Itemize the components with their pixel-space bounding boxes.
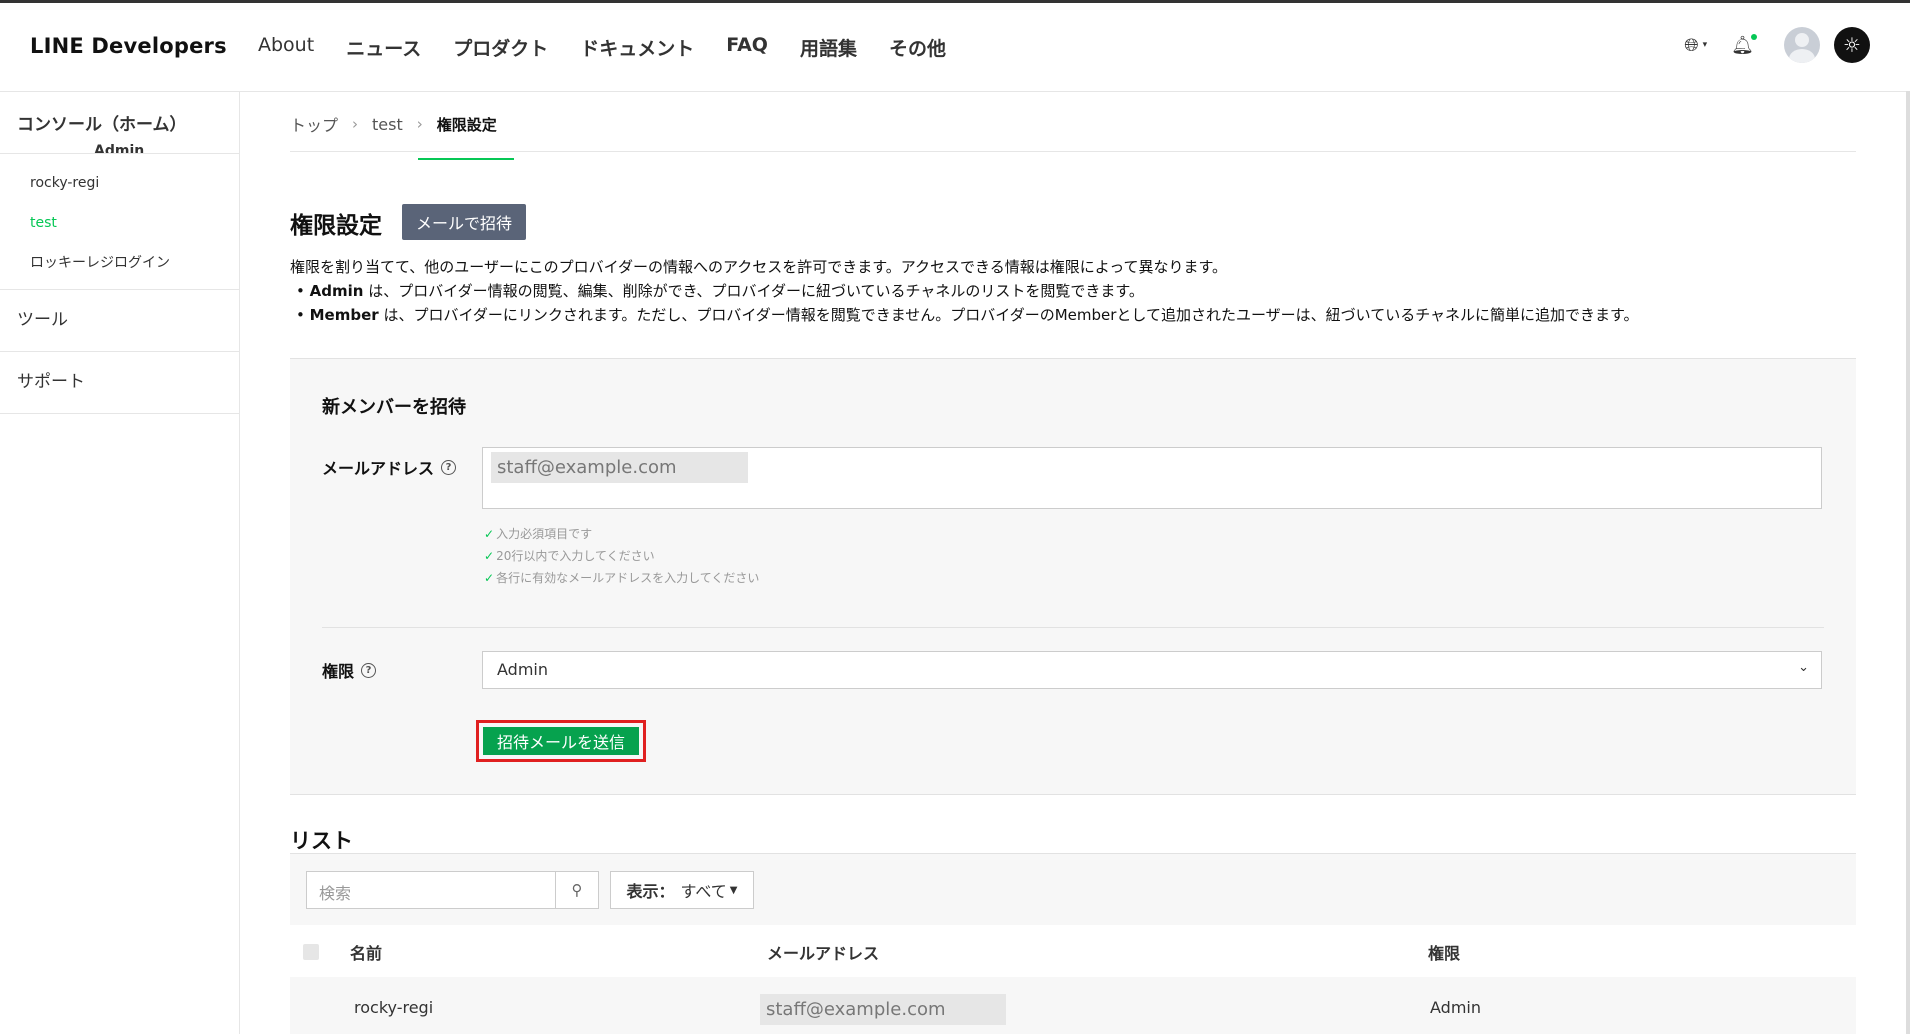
filter-value: すべて (680, 882, 727, 901)
page-title: 権限設定 (290, 213, 382, 239)
description-intro: 権限を割り当てて、他のユーザーにこのプロバイダーの情報へのアクセスを許可できます… (290, 258, 1228, 276)
validation-hint: ✓ 入力必須項目です (484, 523, 759, 545)
select-all-checkbox[interactable] (303, 944, 319, 960)
validation-hint-text: 20行以内で入力してください (496, 549, 655, 563)
logo[interactable]: LINE Developers (30, 34, 227, 58)
invite-panel: 新メンバーを招待 メールアドレス ? staff@example.com ✓ 入力… (290, 358, 1856, 795)
column-role[interactable]: 権限 (1428, 940, 1460, 964)
chevron-down-icon[interactable]: ▾ (1703, 40, 1708, 50)
description-member: • Member は、プロバイダーにリンクされます。ただし、プロバイダー情報を閲… (296, 306, 1639, 324)
table-header: 名前 メールアドレス 権限 (290, 925, 1856, 978)
sidebar-header[interactable]: コンソール（ホーム） Admin (0, 92, 239, 154)
breadcrumb-provider[interactable]: test (372, 115, 403, 134)
send-button-highlight: 招待メールを送信 (476, 720, 646, 762)
sidebar-provider-list: rocky-regi test ロッキーレジログイン (0, 154, 239, 290)
check-icon: ✓ (484, 527, 495, 541)
role-label: 権限 ? (322, 658, 377, 682)
breadcrumb: トップ › test › 権限設定 (290, 112, 497, 136)
sidebar-clipped-label: Admin (94, 143, 145, 154)
row-email: staff@example.com (760, 994, 1006, 1025)
search-input[interactable]: 検索 (306, 871, 556, 909)
role-select[interactable]: Admin ⌄ (482, 651, 1822, 689)
page-description: 権限を割り当てて、他のユーザーにこのプロバイダーの情報へのアクセスを許可できます… (290, 255, 1639, 327)
help-icon[interactable]: ? (361, 662, 377, 678)
sun-icon[interactable]: ☼ (1834, 27, 1870, 63)
description-admin: • Admin は、プロバイダー情報の閲覧、編集、削除ができ、プロバイダーに紐づ… (296, 282, 1144, 300)
nav-about[interactable]: About (258, 34, 314, 61)
email-label-text: メールアドレス (322, 459, 435, 478)
header: LINE Developers About ニュース プロダクト ドキュメント … (0, 3, 1906, 92)
validation-hint-text: 各行に有効なメールアドレスを入力してください (496, 571, 760, 585)
sidebar-item-rocky-regi-login[interactable]: ロッキーレジログイン (0, 243, 239, 283)
breadcrumb-top[interactable]: トップ (290, 112, 338, 136)
avatar[interactable] (1784, 27, 1820, 63)
globe-icon[interactable]: 🌐︎ (1684, 35, 1698, 56)
filter-dropdown[interactable]: 表示： すべて ▼ (610, 871, 754, 909)
table-row[interactable]: rocky-regi staff@example.com Admin (290, 977, 1856, 1034)
nav-products[interactable]: プロダクト (453, 34, 548, 61)
nav-more[interactable]: その他 (889, 34, 946, 61)
column-name[interactable]: 名前 (350, 940, 382, 964)
admin-term: Admin (309, 282, 364, 300)
row-name: rocky-regi (354, 998, 434, 1017)
scrollbar[interactable] (1906, 91, 1910, 1034)
check-icon: ✓ (484, 549, 495, 563)
member-text: は、プロバイダーにリンクされます。ただし、プロバイダー情報を閲覧できません。プロ… (378, 306, 1639, 324)
search-icon[interactable]: ⚲ (556, 871, 599, 909)
role-select-value: Admin (497, 660, 548, 679)
bell-icon[interactable]: 🔔︎ (1731, 33, 1757, 56)
caret-down-icon: ▼ (729, 884, 738, 896)
nav-glossary[interactable]: 用語集 (800, 34, 857, 61)
chevron-right-icon: › (416, 115, 423, 133)
invite-panel-title: 新メンバーを招待 (322, 397, 466, 418)
sidebar-item-rocky-regi[interactable]: rocky-regi (0, 163, 239, 203)
help-icon[interactable]: ? (441, 459, 457, 475)
validation-hint: ✓ 各行に有効なメールアドレスを入力してください (484, 567, 759, 589)
email-field[interactable]: staff@example.com (482, 447, 1822, 509)
header-actions: 🌐︎ ▾ 🔔︎ ☼ (1684, 27, 1870, 63)
sidebar-title: コンソール（ホーム） (17, 115, 187, 135)
column-email[interactable]: メールアドレス (767, 940, 879, 964)
role-label-text: 権限 (322, 662, 355, 681)
validation-hint-text: 入力必須項目です (496, 527, 593, 541)
sidebar-item-support[interactable]: サポート (0, 352, 239, 414)
breadcrumb-divider (290, 151, 1856, 152)
sidebar-item-tools[interactable]: ツール (0, 290, 239, 352)
chevron-down-icon: ⌄ (1798, 660, 1809, 675)
invite-by-email-button[interactable]: メールで招待 (402, 204, 526, 240)
main-nav: About ニュース プロダクト ドキュメント FAQ 用語集 その他 (258, 34, 946, 61)
member-term: Member (309, 306, 379, 324)
nav-faq[interactable]: FAQ (726, 34, 768, 61)
nav-news[interactable]: ニュース (346, 34, 421, 61)
email-value: staff@example.com (491, 452, 748, 483)
breadcrumb-active-underline (418, 158, 514, 160)
panel-divider (322, 627, 1824, 628)
list-title: リスト (290, 829, 353, 853)
list-toolbar: 検索 ⚲ 表示： すべて ▼ (290, 853, 1856, 926)
check-icon: ✓ (484, 571, 495, 585)
nav-docs[interactable]: ドキュメント (580, 34, 694, 61)
filter-label: 表示： (626, 882, 675, 901)
email-label: メールアドレス ? (322, 455, 457, 479)
chevron-right-icon: › (352, 115, 359, 133)
send-invite-button[interactable]: 招待メールを送信 (483, 727, 639, 755)
validation-hints: ✓ 入力必須項目です ✓ 20行以内で入力してください ✓ 各行に有効なメールアドレス… (484, 523, 759, 589)
sidebar: コンソール（ホーム） Admin rocky-regi test ロッキーレジロ… (0, 92, 240, 1034)
admin-text: は、プロバイダー情報の閲覧、編集、削除ができ、プロバイダーに紐づいているチャネル… (363, 282, 1144, 300)
breadcrumb-current: 権限設定 (436, 115, 497, 134)
notification-dot (1751, 33, 1757, 40)
sidebar-item-test[interactable]: test (0, 203, 239, 243)
row-role: Admin (1430, 998, 1481, 1017)
validation-hint: ✓ 20行以内で入力してください (484, 545, 759, 567)
